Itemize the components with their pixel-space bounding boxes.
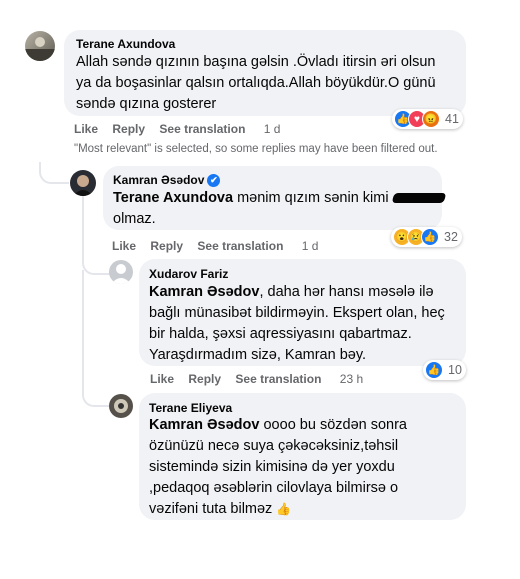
comment-actions: Like Reply See translation 23 h — [150, 372, 374, 386]
reply-button[interactable]: Reply — [188, 372, 221, 386]
see-translation-link[interactable]: See translation — [235, 372, 321, 386]
reaction-count: 10 — [448, 363, 462, 377]
reaction-count: 32 — [444, 230, 458, 244]
avatar[interactable] — [70, 170, 96, 196]
timestamp[interactable]: 1 d — [264, 122, 281, 136]
mention-link[interactable]: Terane Axundova — [113, 190, 233, 206]
mention-link[interactable]: Kamran Əsədov — [149, 417, 259, 433]
timestamp[interactable]: 1 d — [302, 239, 319, 253]
profile-photo-icon — [73, 175, 93, 196]
timestamp[interactable]: 23 h — [340, 372, 363, 386]
verified-badge-icon: ✔ — [207, 174, 221, 187]
see-translation-link[interactable]: See translation — [197, 239, 283, 253]
default-profile-icon — [111, 264, 131, 284]
reaction-count: 41 — [445, 112, 459, 126]
comment-line: sistemində sizin kimisinə də yer yoxdu — [149, 459, 395, 475]
avatar[interactable] — [109, 394, 133, 418]
filter-notice: "Most relevant" is selected, so some rep… — [74, 143, 438, 155]
like-button[interactable]: Like — [74, 122, 98, 136]
like-icon: 👍 — [425, 361, 443, 379]
comment-text: Kamran Əsədov oooo bu sözdən sonra özünü… — [149, 415, 407, 520]
profile-photo-icon — [25, 37, 55, 61]
comment-line: Yaraşdırmadım sizə, Kamran bəy. — [149, 347, 367, 363]
comment-text: Terane Axundova mənim qızım sənin kimi o… — [113, 188, 446, 230]
reply-button[interactable]: Reply — [112, 122, 145, 136]
comment-line: özünüzü necə suya çəkəcəksiniz,təhsil — [149, 438, 399, 454]
reply-thread-line — [82, 270, 110, 407]
redaction-scribble — [391, 193, 446, 204]
comment-author[interactable]: Xudarov Fariz — [149, 267, 228, 281]
comment-line: səndə qızına gosterer — [76, 96, 217, 112]
avatar[interactable] — [25, 31, 55, 61]
comment-actions: Like Reply See translation 1 d — [74, 122, 291, 136]
comment-bubble: Kamran Əsədov ✔ Terane Axundova mənim qız… — [103, 166, 446, 230]
comment-line: mənim qızım sənin kimi — [233, 190, 393, 206]
reaction-summary[interactable]: 😮 😢 👍 32 — [391, 227, 462, 247]
comment-author[interactable]: Terane Eliyeva — [149, 401, 232, 415]
comment-text: Allah səndə qızının başına gəlsin .Övlad… — [76, 52, 436, 115]
comment-line: bir halda, şəxsi aqressiyasını qabartmaz… — [149, 326, 412, 342]
comment-line: , daha hər hansı məsələ ilə — [259, 284, 434, 300]
mention-link[interactable]: Kamran Əsədov — [149, 284, 259, 300]
comment-line: oooo bu sözdən sonra — [259, 417, 407, 433]
comment-bubble: Terane Axundova Allah səndə qızının başı… — [64, 30, 466, 116]
comment-author[interactable]: Kamran Əsədov ✔ — [113, 173, 221, 187]
comment-text: Kamran Əsədov, daha hər hansı məsələ ilə… — [149, 282, 445, 366]
comment-line: Allah səndə qızının başına gəlsin .Övlad… — [76, 54, 436, 70]
reply-button[interactable]: Reply — [150, 239, 183, 253]
avatar[interactable] — [109, 260, 133, 284]
thumbs-up-emoji-icon: 👍 — [276, 502, 292, 516]
comment-line: ,pedaqoq əsəblərin cilovlaya bilmirsə o — [149, 480, 399, 496]
reaction-summary[interactable]: 👍 ♥ 😠 41 — [392, 109, 463, 129]
comment-line: vəzifəni tuta bilməz — [149, 501, 273, 517]
like-button[interactable]: Like — [150, 372, 174, 386]
reaction-summary[interactable]: 👍 10 — [423, 360, 466, 380]
angry-icon: 😠 — [422, 110, 440, 128]
comment-bubble: Terane Eliyeva Kamran Əsədov oooo bu söz… — [139, 393, 466, 520]
comment-actions: Like Reply See translation 1 d — [112, 239, 329, 253]
author-name: Kamran Əsədov — [113, 173, 205, 187]
like-button[interactable]: Like — [112, 239, 136, 253]
comment-line: bağlı münasibət bildirməyin. Ekspert ola… — [149, 305, 445, 321]
see-translation-link[interactable]: See translation — [159, 122, 245, 136]
reply-thread-line — [39, 162, 69, 184]
comment-author[interactable]: Terane Axundova — [76, 37, 175, 51]
comment-line: ya da boşasinlar qalsın ortalıqda.Allah … — [76, 75, 436, 91]
profile-photo-icon — [114, 399, 128, 413]
like-icon: 👍 — [421, 228, 439, 246]
comment-bubble: Xudarov Fariz Kamran Əsədov, daha hər ha… — [139, 259, 466, 366]
comment-line: olmaz. — [113, 211, 156, 227]
